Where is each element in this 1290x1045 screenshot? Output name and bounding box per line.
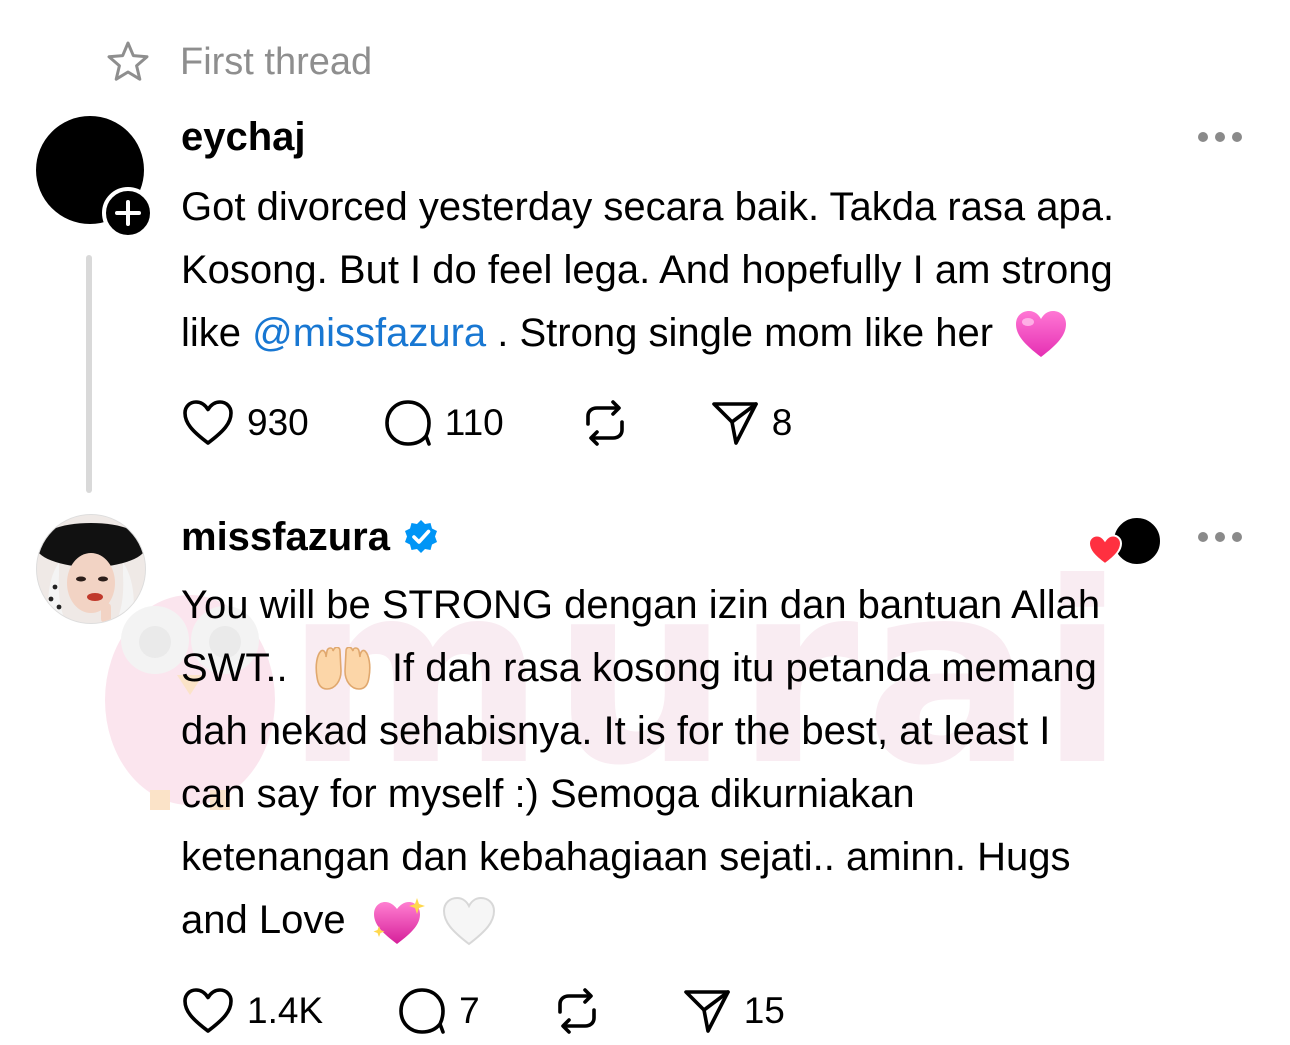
reply-button[interactable]: 110: [383, 398, 504, 448]
profile-photo: [37, 515, 145, 623]
post-text-fragment: . Strong single mom like her: [497, 311, 994, 355]
username-missfazura[interactable]: missfazura: [181, 514, 440, 560]
repost-button[interactable]: [580, 398, 630, 448]
post-text-line: like @missfazura . Strong single mom lik…: [181, 302, 1261, 365]
like-button[interactable]: 930: [181, 399, 309, 447]
post-text-line: dah nekad sehabisnya. It is for the best…: [181, 709, 1051, 753]
palms-up-together-emoji-icon: [315, 647, 371, 691]
red-heart-icon: [1088, 534, 1122, 566]
star-icon[interactable]: [104, 38, 152, 86]
heart-icon: [183, 400, 233, 445]
post-text: Got divorced yesterday secara baik. Takd…: [181, 176, 1261, 365]
username-eychaj[interactable]: eychaj: [181, 114, 306, 160]
send-icon: [711, 402, 758, 445]
mention-link[interactable]: @missfazura: [252, 311, 486, 355]
thread-header: First thread: [104, 38, 372, 86]
repost-button[interactable]: [552, 986, 602, 1036]
verified-badge-icon: [404, 520, 437, 553]
share-count: 15: [743, 990, 785, 1031]
reply-bubble-icon: [399, 988, 445, 1034]
liked-by-author-indicator: [1088, 514, 1162, 566]
reply-count: 110: [444, 402, 504, 443]
pink-heart-emoji-icon: [1016, 311, 1067, 358]
like-button[interactable]: 1.4K: [181, 987, 323, 1035]
post-text-fragment: like: [181, 311, 242, 355]
like-count: 930: [247, 402, 309, 443]
share-button[interactable]: 8: [710, 398, 793, 448]
post-text-fragment: SWT..: [181, 646, 288, 690]
white-heart-emoji-icon: [442, 897, 495, 946]
post-text-line: Kosong. But I do feel lega. And hopefull…: [181, 248, 1113, 292]
send-icon: [683, 990, 730, 1033]
heart-icon: [183, 988, 233, 1033]
more-options-icon[interactable]: [1198, 131, 1242, 143]
post-text: You will be STRONG dengan izin dan bantu…: [181, 574, 1261, 952]
follow-plus-icon[interactable]: [102, 187, 154, 239]
post-text-line: ketenangan dan kebahagiaan sejati.. amin…: [181, 835, 1071, 879]
like-count: 1.4K: [247, 990, 324, 1031]
repost-icon: [585, 400, 624, 446]
thread-title: First thread: [180, 40, 373, 83]
avatar-missfazura[interactable]: [36, 514, 146, 624]
sparkling-heart-emoji-icon: [373, 898, 425, 945]
username-text: missfazura: [181, 515, 390, 559]
reply-count: 7: [459, 990, 480, 1031]
post-text-fragment: and Love: [181, 898, 346, 942]
share-count: 8: [771, 402, 793, 443]
post-text-fragment: If dah rasa kosong itu petanda memang: [391, 646, 1097, 690]
post-actions: 1.4K 7 15: [181, 985, 785, 1037]
reply-bubble-icon: [384, 400, 431, 446]
repost-icon: [557, 988, 596, 1034]
post-text-line: You will be STRONG dengan izin dan bantu…: [181, 583, 1101, 627]
post-text-line: Got divorced yesterday secara baik. Takd…: [181, 185, 1115, 229]
post-text-line: and Love: [181, 889, 1261, 952]
more-options-icon[interactable]: [1198, 531, 1242, 543]
reply-button[interactable]: 7: [397, 986, 480, 1036]
post-text-line: can say for myself :) Semoga dikurniakan: [181, 772, 915, 816]
post-actions: 930 110 8: [181, 397, 792, 449]
share-button[interactable]: 15: [682, 986, 785, 1036]
post-text-line: SWT.. If dah rasa kosong itu petanda mem…: [181, 637, 1261, 700]
thread-line: [86, 255, 92, 493]
